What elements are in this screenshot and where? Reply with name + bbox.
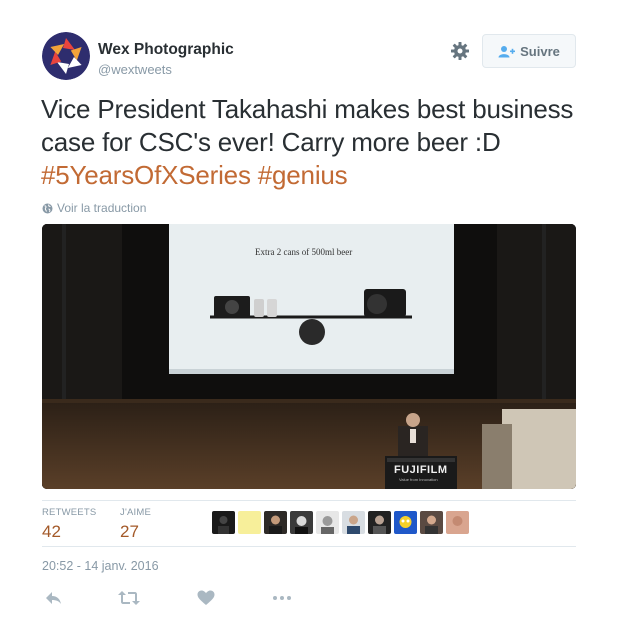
- like-icon[interactable]: [196, 588, 216, 608]
- aperture-logo-icon: [42, 32, 90, 80]
- liker-avatar[interactable]: [394, 511, 417, 534]
- gear-icon[interactable]: [450, 41, 470, 61]
- podium-brand: FUJIFILM: [394, 464, 448, 476]
- liker-avatar[interactable]: [368, 511, 391, 534]
- follow-button-label: Suivre: [520, 43, 560, 59]
- liker-avatar[interactable]: [264, 511, 287, 534]
- liker-avatar[interactable]: [342, 511, 365, 534]
- slide-caption: Extra 2 cans of 500ml beer: [255, 247, 353, 257]
- more-icon[interactable]: [271, 588, 293, 608]
- hashtag-link[interactable]: #genius: [258, 160, 348, 190]
- liker-avatar[interactable]: [290, 511, 313, 534]
- liker-avatar[interactable]: [212, 511, 235, 534]
- tweet-timestamp[interactable]: 20:52 - 14 janv. 2016: [42, 559, 159, 573]
- likes-stat[interactable]: J'AIME 27: [120, 507, 151, 542]
- add-user-icon: [498, 45, 516, 57]
- translate-link[interactable]: Voir la traduction: [42, 201, 146, 215]
- retweets-label: RETWEETS: [42, 507, 97, 518]
- divider: [42, 546, 576, 547]
- translate-label: Voir la traduction: [57, 201, 147, 215]
- liker-avatar[interactable]: [446, 511, 469, 534]
- divider: [42, 500, 576, 501]
- tweet-body: Vice President Takahashi makes best busi…: [41, 94, 574, 157]
- liker-avatars: [212, 511, 469, 534]
- liker-avatar[interactable]: [238, 511, 261, 534]
- account-avatar[interactable]: [42, 32, 90, 80]
- retweets-stat[interactable]: RETWEETS 42: [42, 507, 96, 542]
- hashtag-link[interactable]: #5YearsOfXSeries: [41, 160, 251, 190]
- tweet-text: Vice President Takahashi makes best busi…: [41, 93, 581, 192]
- likes-count: 27: [120, 522, 139, 541]
- liker-avatar[interactable]: [420, 511, 443, 534]
- retweets-count: 42: [42, 522, 61, 541]
- reply-icon[interactable]: [44, 588, 64, 608]
- globe-icon: [42, 203, 53, 213]
- account-handle[interactable]: @wextweets: [98, 62, 172, 77]
- likes-label: J'AIME: [120, 507, 151, 518]
- tweet-photo[interactable]: Extra 2 cans of 500ml beer FUJIFILM Valu…: [42, 224, 576, 489]
- retweet-icon[interactable]: [117, 588, 140, 608]
- follow-button[interactable]: Suivre: [482, 34, 576, 68]
- stage-photo-illustration: [42, 224, 576, 489]
- account-display-name[interactable]: Wex Photographic: [98, 41, 234, 59]
- liker-avatar[interactable]: [316, 511, 339, 534]
- podium-tagline: Value from Innovation: [399, 477, 438, 482]
